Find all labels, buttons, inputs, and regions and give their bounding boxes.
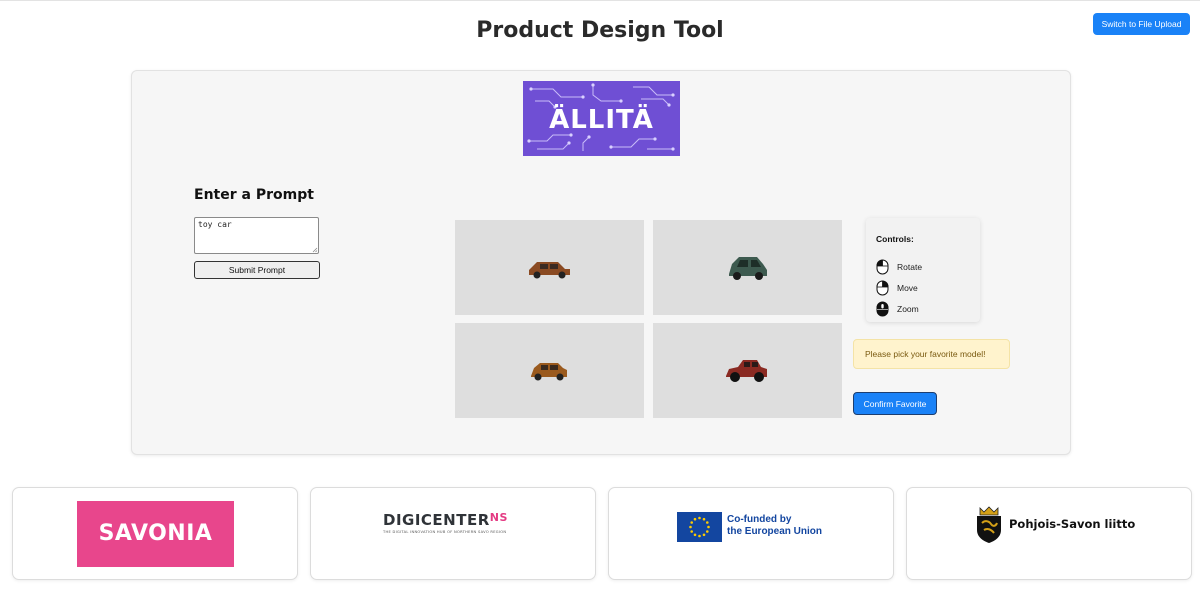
eu-flag-icon <box>677 512 722 542</box>
car-model-icon <box>529 262 570 279</box>
design-panel: ÄLLITÄ Enter a Prompt toy car Submit Pro… <box>131 70 1071 455</box>
digicenter-tagline: THE DIGITAL INNOVATION HUB OF NORTHERN S… <box>383 530 507 534</box>
model-option-2[interactable] <box>653 220 842 315</box>
partner-card-pohjois-savo: Pohjois-Savon liitto <box>906 487 1192 580</box>
control-label: Move <box>897 283 918 293</box>
car-model-icon <box>531 363 567 381</box>
mouse-right-icon <box>876 280 889 296</box>
resize-grip-icon[interactable] <box>312 247 318 253</box>
partner-card-savonia: SAVONIA <box>12 487 298 580</box>
controls-title: Controls: <box>876 234 914 244</box>
partner-card-digicenter: DIGICENTERNS THE DIGITAL INNOVATION HUB … <box>310 487 596 580</box>
control-zoom: Zoom <box>876 301 919 317</box>
submit-prompt-button[interactable]: Submit Prompt <box>194 261 320 279</box>
prompt-input[interactable]: toy car <box>194 217 319 254</box>
eu-text-line1: Co-funded by <box>727 514 792 525</box>
eu-cofunded-text: Co-funded by the European Union <box>727 514 837 538</box>
model-option-1[interactable] <box>455 220 644 315</box>
coat-of-arms-icon <box>977 506 1001 543</box>
mouse-wheel-icon <box>876 301 889 317</box>
car-model-icon <box>726 360 767 382</box>
pohjois-savo-text: Pohjois-Savon liitto <box>1009 517 1136 531</box>
allita-logo: ÄLLITÄ <box>523 81 680 156</box>
car-model-icon <box>729 257 767 280</box>
controls-card: Controls: Rotate Move Zoom <box>866 218 980 322</box>
allita-logo-text: ÄLLITÄ <box>549 105 654 135</box>
control-label: Rotate <box>897 262 923 272</box>
control-label: Zoom <box>897 304 919 314</box>
confirm-favorite-button[interactable]: Confirm Favorite <box>853 392 937 415</box>
top-divider <box>0 0 1200 1</box>
model-option-3[interactable] <box>455 323 644 418</box>
partner-card-eu: Co-funded by the European Union <box>608 487 894 580</box>
control-rotate: Rotate <box>876 259 922 275</box>
digicenter-logo-text: DIGICENTER <box>383 511 490 529</box>
savonia-logo: SAVONIA <box>77 501 234 567</box>
mouse-left-icon <box>876 259 889 275</box>
switch-to-file-upload-button[interactable]: Switch to File Upload <box>1093 13 1190 35</box>
digicenter-suffix: NS <box>489 511 508 524</box>
control-move: Move <box>876 280 918 296</box>
eu-text-line2: the European Union <box>727 526 822 537</box>
pohjois-savo-logo: Pohjois-Savon liitto <box>975 506 1135 549</box>
model-option-4[interactable] <box>653 323 842 418</box>
digicenter-logo: DIGICENTERNS THE DIGITAL INNOVATION HUB … <box>383 511 528 534</box>
pick-favorite-message: Please pick your favorite model! <box>853 339 1010 369</box>
prompt-heading: Enter a Prompt <box>194 187 314 203</box>
page-title: Product Design Tool <box>476 18 724 43</box>
